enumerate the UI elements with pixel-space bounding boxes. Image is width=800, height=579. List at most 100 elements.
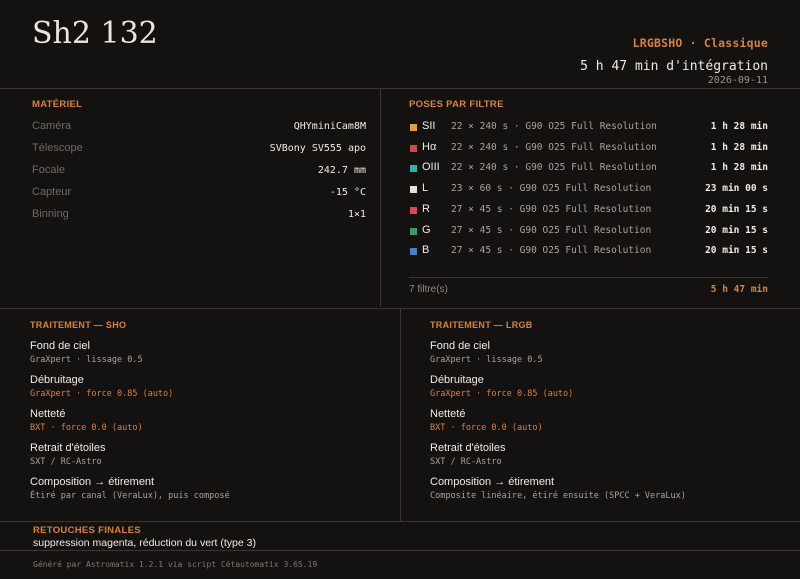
filter-duration: 23 min 00 s	[705, 183, 768, 194]
equipment-label: Capteur	[32, 186, 72, 198]
equipment-row-camera: Caméra QHYminiCam8M	[32, 120, 366, 136]
filter-name: G	[422, 224, 431, 236]
processing-sho-heading: TRAITEMENT — SHO	[30, 320, 127, 330]
header-summary: LRGBSHO · Classique 5 h 47 min d'intégra…	[580, 36, 768, 86]
filter-name: SII	[422, 120, 436, 132]
step-detail: GraXpert · force 0.85 (auto)	[30, 389, 174, 399]
page-header: Sh2 132 LRGBSHO · Classique 5 h 47 min d…	[0, 0, 800, 89]
filter-exposure: 27 × 45 s · G90 O25 Full Resolution	[451, 225, 652, 236]
retouches-text: suppression magenta, réduction du vert (…	[33, 537, 256, 549]
filter-row-ha: Hα 22 × 240 s · G90 O25 Full Resolution …	[409, 140, 768, 156]
workflow-label: LRGBSHO · Classique	[632, 36, 768, 50]
filters-panel: POSES PAR FILTRE SII 22 × 240 s · G90 O2…	[381, 89, 800, 307]
filter-name: OIII	[422, 161, 440, 173]
filter-row-g: G 27 × 45 s · G90 O25 Full Resolution 20…	[409, 223, 768, 239]
final-retouches: RETOUCHES FINALES suppression magenta, r…	[33, 525, 256, 549]
filter-duration: 1 h 28 min	[710, 162, 768, 173]
step-detail: GraXpert · lissage 0.5	[30, 355, 143, 365]
equipment-label: Télescope	[32, 142, 83, 154]
filter-exposure: 22 × 240 s · G90 O25 Full Resolution	[451, 142, 657, 153]
step-name: Débruitage	[30, 374, 84, 386]
step-detail: BXT · force 0.0 (auto)	[30, 423, 143, 433]
processing-step: Fond de ciel GraXpert · lissage 0.5	[430, 340, 780, 365]
filter-color-swatch	[410, 145, 417, 152]
equipment-label: Focale	[32, 164, 66, 176]
equipment-value: SVBony SV555 apo	[269, 143, 366, 154]
filter-duration: 20 min 15 s	[705, 204, 768, 215]
filter-exposure: 27 × 45 s · G90 O25 Full Resolution	[451, 245, 652, 256]
step-detail: BXT · force 0.0 (auto)	[430, 423, 543, 433]
filter-color-swatch	[410, 186, 417, 193]
processing-sho-panel: TRAITEMENT — SHO Fond de ciel GraXpert ·…	[0, 309, 401, 521]
processing-step: Fond de ciel GraXpert · lissage 0.5	[30, 340, 380, 365]
step-detail: GraXpert · lissage 0.5	[430, 355, 543, 365]
step-detail: SXT / RC-Astro	[30, 457, 102, 467]
step-name: Débruitage	[430, 374, 484, 386]
filter-row-b: B 27 × 45 s · G90 O25 Full Resolution 20…	[409, 243, 768, 259]
processing-step: Netteté BXT · force 0.0 (auto)	[430, 408, 780, 433]
footer-credit: Généré par Astromatix 1.2.1 via script C…	[33, 560, 318, 569]
filter-row-l: L 23 × 60 s · G90 O25 Full Resolution 23…	[409, 181, 768, 197]
filter-row-r: R 27 × 45 s · G90 O25 Full Resolution 20…	[409, 202, 768, 218]
filters-heading: POSES PAR FILTRE	[409, 99, 504, 110]
step-detail: Composite linéaire, étiré ensuite (SPCC …	[430, 491, 686, 501]
processing-step: Composition → étirement Étiré par canal …	[30, 476, 380, 501]
filter-exposure: 22 × 240 s · G90 O25 Full Resolution	[451, 162, 657, 173]
step-name: Fond de ciel	[430, 340, 490, 352]
filter-name: L	[422, 182, 429, 194]
filter-name: B	[422, 244, 430, 256]
filter-name: Hα	[422, 141, 437, 153]
retouches-heading: RETOUCHES FINALES	[33, 525, 141, 536]
step-name: Netteté	[30, 408, 66, 420]
step-name: Netteté	[430, 408, 466, 420]
filter-color-swatch	[410, 124, 417, 131]
filter-row-oiii: OIII 22 × 240 s · G90 O25 Full Resolutio…	[409, 160, 768, 176]
filter-color-swatch	[410, 248, 417, 255]
processing-lrgb-panel: TRAITEMENT — LRGB Fond de ciel GraXpert …	[401, 309, 800, 521]
step-name: Retrait d'étoiles	[430, 442, 506, 454]
equipment-label: Binning	[32, 208, 69, 220]
equipment-label: Caméra	[32, 120, 72, 132]
page-title: Sh2 132	[32, 16, 158, 51]
integration-time: 5 h 47 min d'intégration	[580, 59, 768, 74]
filter-color-swatch	[410, 228, 417, 235]
filter-color-swatch	[410, 165, 417, 172]
step-name: Composition → étirement	[430, 476, 555, 488]
filter-duration: 1 h 28 min	[710, 121, 768, 132]
equipment-row-telescope: Télescope SVBony SV555 apo	[32, 142, 366, 158]
equipment-value: 242.7 mm	[317, 165, 366, 176]
step-name: Retrait d'étoiles	[30, 442, 106, 454]
equipment-value: QHYminiCam8M	[293, 121, 366, 132]
filter-name: R	[422, 203, 430, 215]
processing-step: Composition → étirement Composite linéai…	[430, 476, 780, 501]
session-date: 2026-09-11	[707, 75, 768, 86]
equipment-row-focal: Focale 242.7 mm	[32, 164, 366, 180]
step-detail: SXT / RC-Astro	[430, 457, 502, 467]
filters-total-duration: 5 h 47 min	[710, 284, 768, 295]
step-name: Composition → étirement	[30, 476, 155, 488]
processing-step: Retrait d'étoiles SXT / RC-Astro	[430, 442, 780, 467]
equipment-value: -15 °C	[329, 187, 366, 198]
filter-row-sii: SII 22 × 240 s · G90 O25 Full Resolution…	[409, 119, 768, 135]
filter-duration: 20 min 15 s	[705, 245, 768, 256]
footer-divider	[0, 550, 800, 551]
filter-count: 7 filtre(s)	[409, 284, 448, 295]
equipment-panel: MATÉRIEL Caméra QHYminiCam8M Télescope S…	[0, 89, 381, 307]
processing-step: Débruitage GraXpert · force 0.85 (auto)	[430, 374, 780, 399]
filter-duration: 20 min 15 s	[705, 225, 768, 236]
equipment-value: 1×1	[347, 209, 366, 220]
step-detail: Étiré par canal (VeraLux), puis composé	[30, 491, 230, 501]
filter-color-swatch	[410, 207, 417, 214]
processing-step: Débruitage GraXpert · force 0.85 (auto)	[30, 374, 380, 399]
filter-exposure: 22 × 240 s · G90 O25 Full Resolution	[451, 121, 657, 132]
equipment-row-binning: Binning 1×1	[32, 208, 366, 224]
filter-duration: 1 h 28 min	[710, 142, 768, 153]
equipment-row-sensor: Capteur -15 °C	[32, 186, 366, 202]
processing-section: TRAITEMENT — SHO Fond de ciel GraXpert ·…	[0, 308, 800, 522]
step-detail: GraXpert · force 0.85 (auto)	[430, 389, 574, 399]
equipment-heading: MATÉRIEL	[32, 99, 83, 110]
filters-divider	[409, 277, 768, 278]
filter-exposure: 23 × 60 s · G90 O25 Full Resolution	[451, 183, 652, 194]
filter-exposure: 27 × 45 s · G90 O25 Full Resolution	[451, 204, 652, 215]
processing-step: Retrait d'étoiles SXT / RC-Astro	[30, 442, 380, 467]
